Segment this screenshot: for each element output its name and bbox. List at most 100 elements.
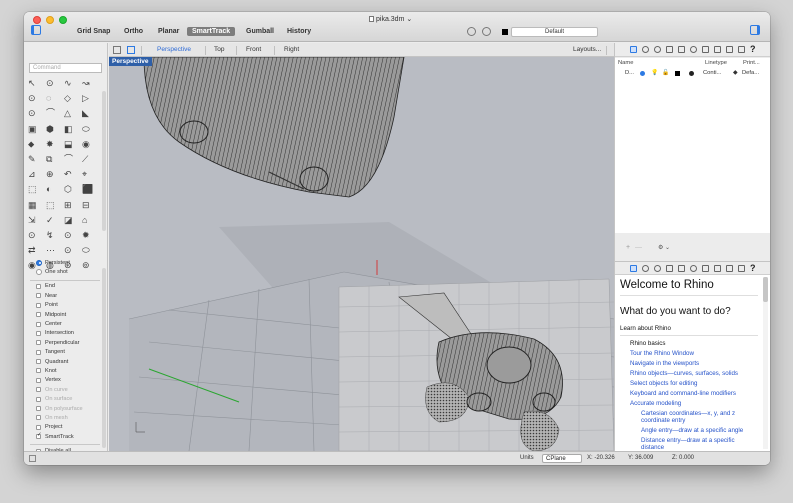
library-icon[interactable] <box>714 265 721 272</box>
globe-icon[interactable] <box>690 46 697 53</box>
toggle-left-sidebar-icon[interactable] <box>31 25 41 35</box>
record-icon[interactable] <box>482 27 491 36</box>
single-viewport-icon[interactable] <box>127 46 135 54</box>
tool-icon[interactable]: ⌂ <box>82 215 97 225</box>
add-layer-icon[interactable]: + <box>626 244 630 251</box>
tool-icon[interactable]: ✹ <box>82 230 97 240</box>
tool-icon[interactable]: ⧉ <box>46 154 61 164</box>
layers-icon[interactable] <box>630 46 637 53</box>
layer-header-name[interactable]: Name <box>618 60 633 66</box>
tool-icon[interactable]: ◉ <box>82 139 97 149</box>
monitor-icon[interactable] <box>738 265 745 272</box>
osnap-row[interactable]: SmartTrack <box>36 432 100 441</box>
tool-icon[interactable]: ⬓ <box>64 139 79 149</box>
osnap-checkbox[interactable] <box>36 406 41 412</box>
notes-icon[interactable] <box>702 46 709 53</box>
layer-options-gear-icon[interactable]: ⚙ ⌄ <box>658 244 670 251</box>
tool-icon[interactable]: ⊙ <box>28 109 43 118</box>
tool-icon[interactable]: ⊙ <box>64 230 79 240</box>
tool-icon[interactable]: ◌ <box>46 94 61 103</box>
help-icon[interactable]: ? <box>750 44 756 54</box>
tab-right[interactable]: Right <box>284 46 299 53</box>
osnap-row[interactable]: Intersection <box>36 329 100 338</box>
remove-layer-icon[interactable]: — <box>635 244 642 251</box>
history-button[interactable]: History <box>287 28 311 35</box>
smarttrack-button[interactable]: SmartTrack <box>187 27 236 36</box>
tool-icon[interactable]: ◧ <box>64 124 79 134</box>
tool-icon[interactable]: ⌖ <box>82 170 97 179</box>
osnap-checkbox[interactable] <box>36 415 41 421</box>
tool-icon[interactable]: ⌒ <box>64 154 79 164</box>
help-scroll-thumb[interactable] <box>763 277 768 302</box>
layouts-button[interactable]: Layouts... <box>573 46 601 53</box>
layer-color-icon[interactable] <box>675 71 680 76</box>
osnap-checkbox[interactable] <box>36 424 41 430</box>
viewport-title[interactable]: Perspective <box>109 57 152 66</box>
current-layer-select[interactable]: Default <box>511 27 598 37</box>
material-icon[interactable] <box>654 265 661 272</box>
tool-icon[interactable]: ▷ <box>82 94 97 103</box>
osnap-row[interactable]: Perpendicular <box>36 338 100 347</box>
help-link[interactable]: Accurate modeling <box>630 400 753 407</box>
tool-icon[interactable]: ↶ <box>64 170 79 179</box>
ortho-button[interactable]: Ortho <box>124 28 143 35</box>
osnap-row[interactable]: Near <box>36 291 100 300</box>
tool-icon[interactable]: ▦ <box>28 200 43 210</box>
layer-header-linetype[interactable]: Linetype <box>705 60 727 66</box>
tool-icon[interactable]: ∿ <box>64 79 79 88</box>
osnap-checkbox[interactable] <box>36 330 41 336</box>
tool-icon[interactable]: ⇄ <box>28 246 43 255</box>
tool-icon[interactable]: ⋯ <box>46 246 61 255</box>
monitor-icon[interactable] <box>738 46 745 53</box>
tool-icon[interactable]: ⬢ <box>46 124 61 134</box>
persistent-radio[interactable] <box>36 259 42 266</box>
help-scroll-track[interactable] <box>763 277 768 449</box>
tool-icon[interactable]: ↖ <box>28 79 43 88</box>
osnap-checkbox[interactable] <box>36 293 41 299</box>
osnap-checkbox[interactable] <box>36 312 41 318</box>
persistent-radio-row[interactable]: Persistent <box>36 258 100 267</box>
layer-linetype[interactable]: Conti... <box>703 70 721 76</box>
help-icon[interactable]: ? <box>750 263 756 273</box>
tool-icon[interactable]: ▣ <box>28 124 43 134</box>
one-shot-radio[interactable] <box>36 269 42 276</box>
properties-icon[interactable] <box>642 46 649 53</box>
tool-icon[interactable]: △ <box>64 109 79 118</box>
osnap-checkbox[interactable] <box>36 349 41 355</box>
filter-icon[interactable] <box>467 27 476 36</box>
tool-icon[interactable]: ⬚ <box>46 200 61 210</box>
osnap-checkbox[interactable] <box>36 321 41 327</box>
tool-palette-scrollbar[interactable] <box>102 91 106 231</box>
tool-icon[interactable]: ⊙ <box>28 94 43 103</box>
material-icon[interactable] <box>654 46 661 53</box>
osnap-checkbox[interactable] <box>36 377 41 383</box>
tool-icon[interactable]: ⬭ <box>82 246 97 255</box>
display-icon[interactable] <box>666 46 673 53</box>
osnap-row[interactable]: Quadrant <box>36 357 100 366</box>
planar-button[interactable]: Planar <box>158 28 179 35</box>
perspective-viewport[interactable]: Perspective <box>109 57 614 451</box>
osnap-row[interactable]: Tangent <box>36 348 100 357</box>
osnap-row[interactable]: End <box>36 282 100 291</box>
osnap-checkbox[interactable] <box>36 340 41 346</box>
grid-icon[interactable] <box>726 46 733 53</box>
gumball-button[interactable]: Gumball <box>246 28 274 35</box>
lock-icon[interactable]: 🔓 <box>662 70 669 76</box>
tool-icon[interactable]: ↯ <box>46 230 61 240</box>
tab-top[interactable]: Top <box>214 46 224 53</box>
tool-icon[interactable]: ⊿ <box>28 170 43 179</box>
osnap-row[interactable]: On polysurface <box>36 404 100 413</box>
properties-icon[interactable] <box>642 265 649 272</box>
layer-header-print[interactable]: Print... <box>743 60 760 66</box>
tool-icon[interactable]: ✎ <box>28 154 43 164</box>
tool-icon[interactable]: ⬭ <box>82 124 97 134</box>
grid-snap-button[interactable]: Grid Snap <box>77 28 110 35</box>
tool-icon[interactable]: ◣ <box>82 109 97 118</box>
one-shot-radio-row[interactable]: One shot <box>36 267 100 276</box>
tool-icon[interactable]: ⊞ <box>64 200 79 210</box>
globe-icon[interactable] <box>690 265 697 272</box>
tool-icon[interactable]: ⌒ <box>46 109 61 118</box>
osnap-checkbox[interactable] <box>36 359 41 365</box>
help-link[interactable]: Navigate in the viewports <box>630 360 753 367</box>
four-viewport-icon[interactable] <box>113 46 121 54</box>
